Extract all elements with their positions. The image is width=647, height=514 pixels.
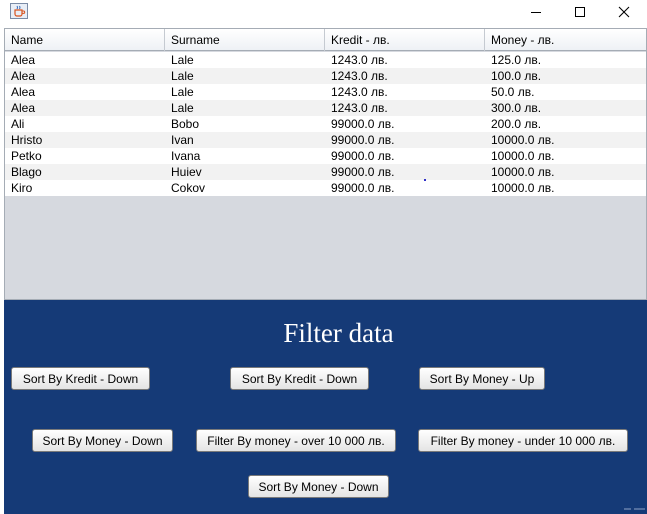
filter-title: Filter data bbox=[283, 318, 394, 348]
cell-kredit: 1243.0 лв. bbox=[331, 69, 388, 83]
cell-kredit: 99000.0 лв. bbox=[331, 181, 395, 195]
maximize-icon bbox=[575, 7, 585, 17]
cell-name: Alea bbox=[11, 53, 36, 67]
sort-money-down-button-2[interactable]: Sort By Money - Down bbox=[248, 475, 389, 498]
table-body: Alea Lale 1243.0 лв. 125.0 лв. Alea Lale 1243… bbox=[5, 52, 646, 196]
cell-money: 300.0 лв. bbox=[491, 101, 542, 115]
column-header-money[interactable]: Money - лв. bbox=[485, 29, 646, 51]
filter-over-button[interactable]: Filter By money - over 10 000 лв. bbox=[196, 429, 396, 452]
table-row[interactable]: Alea Lale 1243.0 лв. 100.0 лв. bbox=[5, 68, 646, 84]
cell-money: 50.0 лв. bbox=[491, 85, 535, 99]
minimize-icon bbox=[531, 12, 541, 13]
cell-surname: Lale bbox=[171, 53, 194, 67]
cell-surname: Lale bbox=[171, 69, 194, 83]
maximize-button[interactable] bbox=[557, 0, 603, 24]
close-button[interactable] bbox=[601, 0, 647, 24]
cell-money: 100.0 лв. bbox=[491, 69, 542, 83]
cell-name: Kiro bbox=[11, 181, 33, 195]
cell-kredit: 1243.0 лв. bbox=[331, 53, 388, 67]
table-row[interactable]: Alea Lale 1243.0 лв. 125.0 лв. bbox=[5, 52, 646, 68]
table-row[interactable]: Hristo Ivan 99000.0 лв. 10000.0 лв. bbox=[5, 132, 646, 148]
cell-money: 200.0 лв. bbox=[491, 117, 542, 131]
cell-name: Alea bbox=[11, 69, 36, 83]
column-header-kredit[interactable]: Kredit - лв. bbox=[325, 29, 485, 51]
sort-money-up-button[interactable]: Sort By Money - Up bbox=[419, 367, 545, 390]
cell-surname: Lale bbox=[171, 101, 194, 115]
title-bar bbox=[0, 0, 647, 26]
java-cup-icon[interactable] bbox=[10, 3, 28, 19]
table-row[interactable]: Ali Bobo 99000.0 лв. 200.0 лв. bbox=[5, 116, 646, 132]
cell-kredit: 99000.0 лв. bbox=[331, 133, 395, 147]
column-header-name[interactable]: Name bbox=[5, 29, 165, 51]
cell-kredit: 99000.0 лв. bbox=[331, 165, 395, 179]
sort-kredit-down-button[interactable]: Sort By Kredit - Down bbox=[11, 367, 150, 390]
cell-name: Blago bbox=[11, 165, 42, 179]
cell-name: Hristo bbox=[11, 133, 43, 147]
cell-surname: Lale bbox=[171, 85, 194, 99]
cell-kredit: 99000.0 лв. bbox=[331, 117, 395, 131]
cell-surname: Bobo bbox=[171, 117, 200, 131]
cell-money: 125.0 лв. bbox=[491, 53, 542, 67]
cell-kredit: 1243.0 лв. bbox=[331, 85, 388, 99]
cell-name: Alea bbox=[11, 85, 36, 99]
column-header-surname[interactable]: Surname bbox=[165, 29, 325, 51]
sort-kredit-down-button-2[interactable]: Sort By Kredit - Down bbox=[230, 367, 369, 390]
cell-name: Ali bbox=[11, 117, 25, 131]
table-header: Name Surname Kredit - лв. Money - лв. bbox=[5, 29, 646, 51]
minimize-button[interactable] bbox=[513, 0, 559, 24]
sort-money-down-button[interactable]: Sort By Money - Down bbox=[32, 429, 173, 452]
resize-grip-icon[interactable] bbox=[622, 503, 647, 514]
close-icon bbox=[618, 6, 630, 18]
table-row[interactable]: Alea Lale 1243.0 лв. 300.0 лв. bbox=[5, 100, 646, 116]
table-row[interactable]: Kiro Cokov 99000.0 лв. 10000.0 лв. bbox=[5, 180, 646, 196]
cell-surname: Cokov bbox=[171, 181, 206, 195]
cell-surname: Huiev bbox=[171, 165, 202, 179]
cell-name: Petko bbox=[11, 149, 42, 163]
cell-surname: Ivana bbox=[171, 149, 201, 163]
cell-surname: Ivan bbox=[171, 133, 194, 147]
filter-under-button[interactable]: Filter By money - under 10 000 лв. bbox=[418, 429, 628, 452]
cell-money: 10000.0 лв. bbox=[491, 165, 555, 179]
data-table[interactable]: Name Surname Kredit - лв. Money - лв. Al… bbox=[4, 28, 647, 300]
cell-money: 10000.0 лв. bbox=[491, 181, 555, 195]
table-row[interactable]: Petko Ivana 99000.0 лв. 10000.0 лв. bbox=[5, 148, 646, 164]
cursor-speck bbox=[424, 179, 426, 181]
cell-money: 10000.0 лв. bbox=[491, 149, 555, 163]
cell-kredit: 99000.0 лв. bbox=[331, 149, 395, 163]
cell-kredit: 1243.0 лв. bbox=[331, 101, 388, 115]
table-row[interactable]: Blago Huiev 99000.0 лв. 10000.0 лв. bbox=[5, 164, 646, 180]
cell-name: Alea bbox=[11, 101, 36, 115]
cell-money: 10000.0 лв. bbox=[491, 133, 555, 147]
table-row[interactable]: Alea Lale 1243.0 лв. 50.0 лв. bbox=[5, 84, 646, 100]
